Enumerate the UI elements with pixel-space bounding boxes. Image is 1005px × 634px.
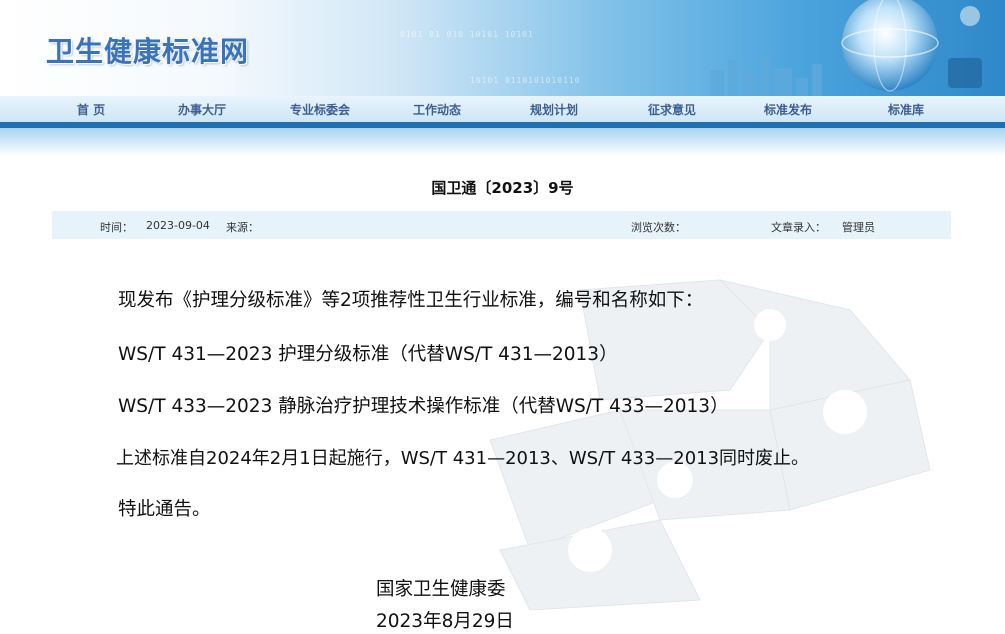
signature-date: 2023年8月29日 (376, 611, 514, 632)
nav-item-consultation[interactable]: 征求意见 (622, 101, 722, 118)
closing-paragraph: 特此通告。 (118, 499, 211, 520)
meta-time-value: 2023-09-04 (146, 219, 210, 232)
main-navigation: 首 页 办事大厅 专业标委会 工作动态 规划计划 征求意见 标准发布 标准库 (0, 96, 1005, 122)
nav-item-home[interactable]: 首 页 (41, 101, 141, 118)
article-title: 国卫通〔2023〕9号 (431, 179, 574, 197)
article-meta-bar: 时间： 2023-09-04 来源： 浏览次数： 文章录入： 管理员 (52, 211, 951, 239)
site-title[interactable]: 卫生健康标准网 (46, 30, 249, 70)
banner-binary-text: 0101 01 010 10101 10101 (400, 30, 534, 39)
globe-icon (841, 0, 982, 92)
banner-binary-text: 10101 0110101010110 (470, 76, 581, 85)
nav-item-committees[interactable]: 专业标委会 (270, 101, 370, 118)
meta-author-label: 文章录入： (771, 221, 826, 234)
announcement-paragraph: 现发布《护理分级标准》等2项推荐性卫生行业标准，编号和名称如下： (118, 290, 704, 311)
nav-item-planning[interactable]: 规划计划 (504, 101, 604, 118)
signature-org: 国家卫生健康委 (376, 579, 506, 600)
nav-item-standards-lib[interactable]: 标准库 (856, 101, 956, 118)
meta-views-label: 浏览次数： (631, 221, 686, 234)
nav-item-work-news[interactable]: 工作动态 (387, 101, 487, 118)
standard-item: WS/T 431—2023 护理分级标准（代替WS/T 431—2013） (118, 344, 618, 365)
meta-author-value: 管理员 (842, 221, 875, 234)
decorative-band (0, 128, 1005, 156)
meta-source-label: 来源： (226, 221, 259, 234)
meta-time-label: 时间： (100, 221, 133, 234)
effective-date-paragraph: 上述标准自2024年2月1日起施行，WS/T 431—2013、WS/T 433… (116, 448, 810, 469)
puzzle-watermark-graphic (489, 279, 931, 610)
standard-item: WS/T 433—2023 静脉治疗护理技术操作标准（代替WS/T 433—20… (118, 396, 729, 417)
nav-item-service-hall[interactable]: 办事大厅 (152, 101, 252, 118)
site-banner: 0101 01 010 10101 10101 10101 0110101010… (0, 0, 1005, 96)
nav-item-releases[interactable]: 标准发布 (738, 101, 838, 118)
